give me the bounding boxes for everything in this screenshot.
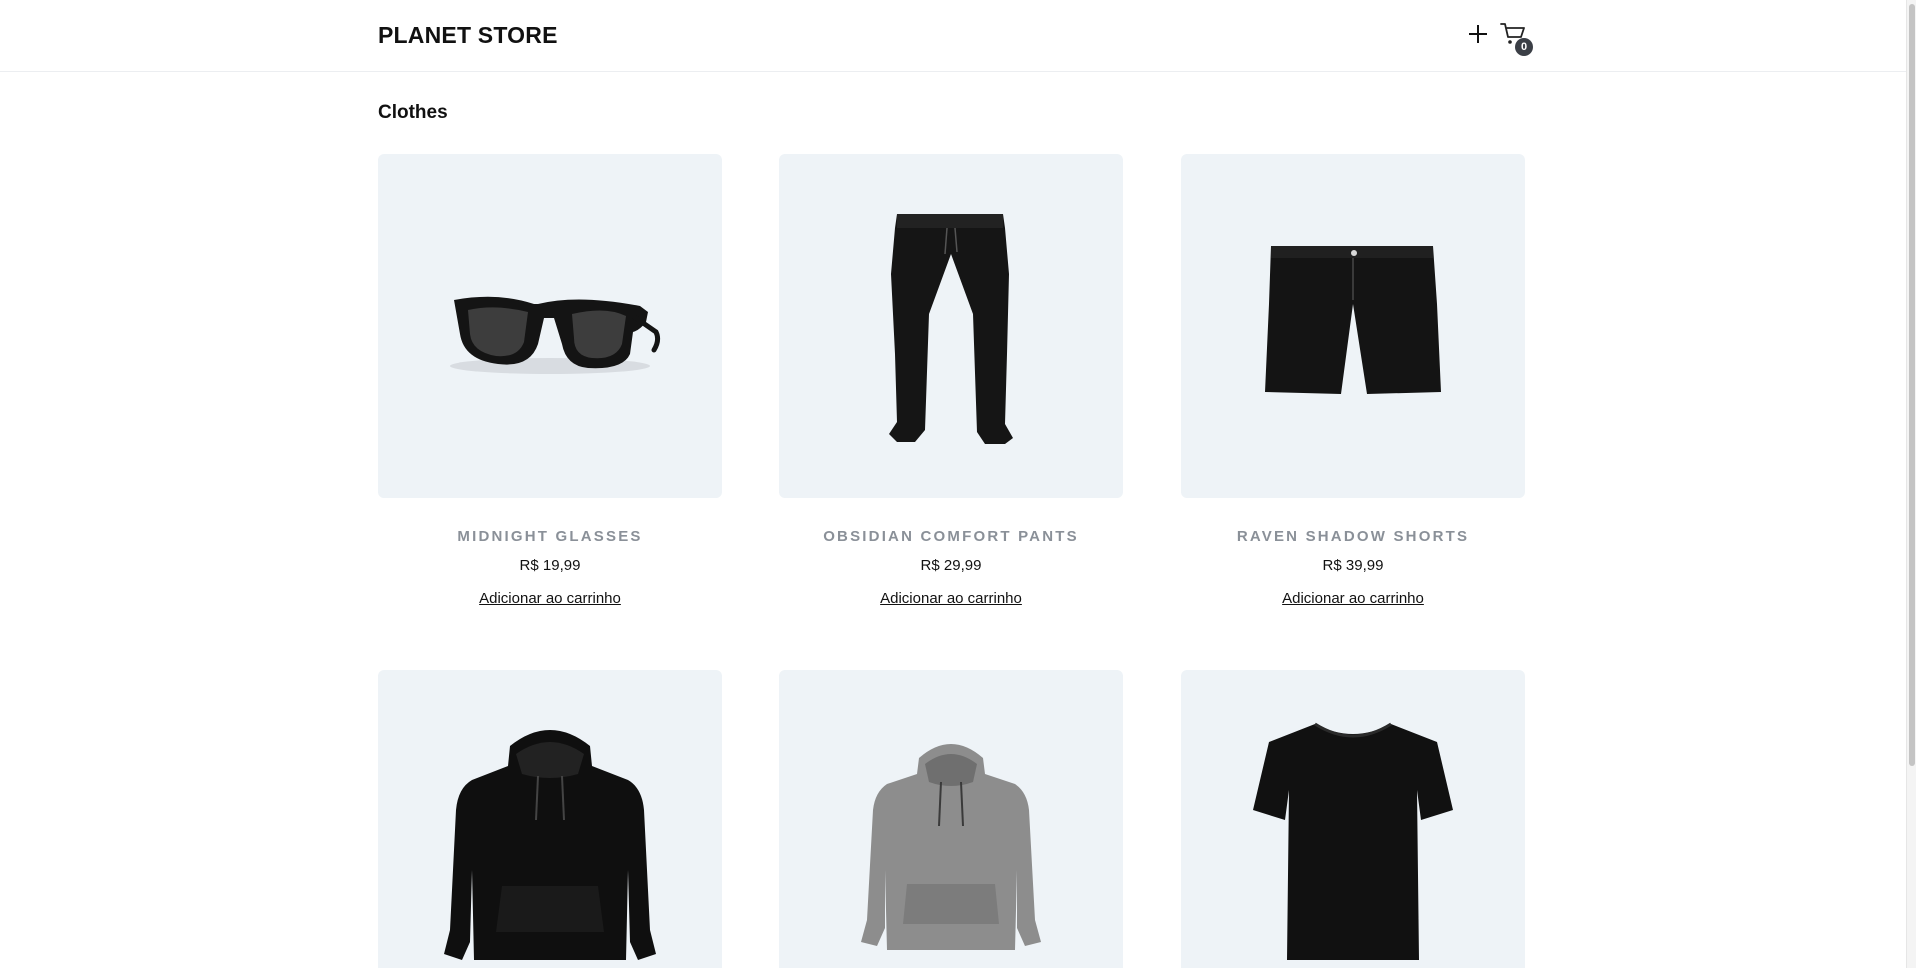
product-image[interactable]	[779, 670, 1123, 968]
add-to-cart-link[interactable]: Adicionar ao carrinho	[1253, 590, 1453, 607]
product-card	[1181, 670, 1525, 968]
product-card: OBSIDIAN COMFORT PANTS R$ 29,99 Adiciona…	[779, 154, 1123, 607]
product-image[interactable]	[1181, 154, 1525, 498]
gray-hoodie-image	[861, 744, 1041, 950]
product-name[interactable]: OBSIDIAN COMFORT PANTS	[779, 528, 1123, 545]
product-card	[779, 670, 1123, 968]
pants-image	[889, 214, 1013, 444]
cart-button[interactable]: 0	[1500, 20, 1534, 56]
product-image[interactable]	[378, 670, 722, 968]
scrollbar-thumb[interactable]	[1909, 4, 1915, 766]
sunglasses-image	[450, 296, 661, 374]
add-to-cart-link[interactable]: Adicionar ao carrinho	[851, 590, 1051, 607]
product-card	[378, 670, 722, 968]
add-button[interactable]	[1466, 22, 1490, 46]
product-image[interactable]	[779, 154, 1123, 498]
product-card: MIDNIGHT GLASSES R$ 19,99 Adicionar ao c…	[378, 154, 722, 607]
brand-logo[interactable]: PLANET STORE	[378, 22, 558, 49]
black-tshirt-image	[1253, 722, 1453, 960]
product-price: R$ 29,99	[920, 557, 982, 574]
product-image[interactable]	[378, 154, 722, 498]
plus-icon	[1469, 25, 1487, 43]
product-price: R$ 19,99	[519, 557, 581, 574]
product-price: R$ 39,99	[1322, 557, 1384, 574]
shorts-image	[1265, 246, 1441, 394]
add-to-cart-link[interactable]: Adicionar ao carrinho	[450, 590, 650, 607]
product-card: RAVEN SHADOW SHORTS R$ 39,99 Adicionar a…	[1181, 154, 1525, 607]
product-name[interactable]: RAVEN SHADOW SHORTS	[1181, 528, 1525, 545]
product-image[interactable]	[1181, 670, 1525, 968]
top-bar: PLANET STORE 0	[0, 0, 1906, 72]
cart-count-badge: 0	[1515, 38, 1533, 56]
black-hoodie-image	[444, 730, 656, 960]
product-name[interactable]: MIDNIGHT GLASSES	[378, 528, 722, 545]
section-title: Clothes	[378, 102, 448, 123]
page-scrollbar[interactable]	[1906, 0, 1916, 968]
